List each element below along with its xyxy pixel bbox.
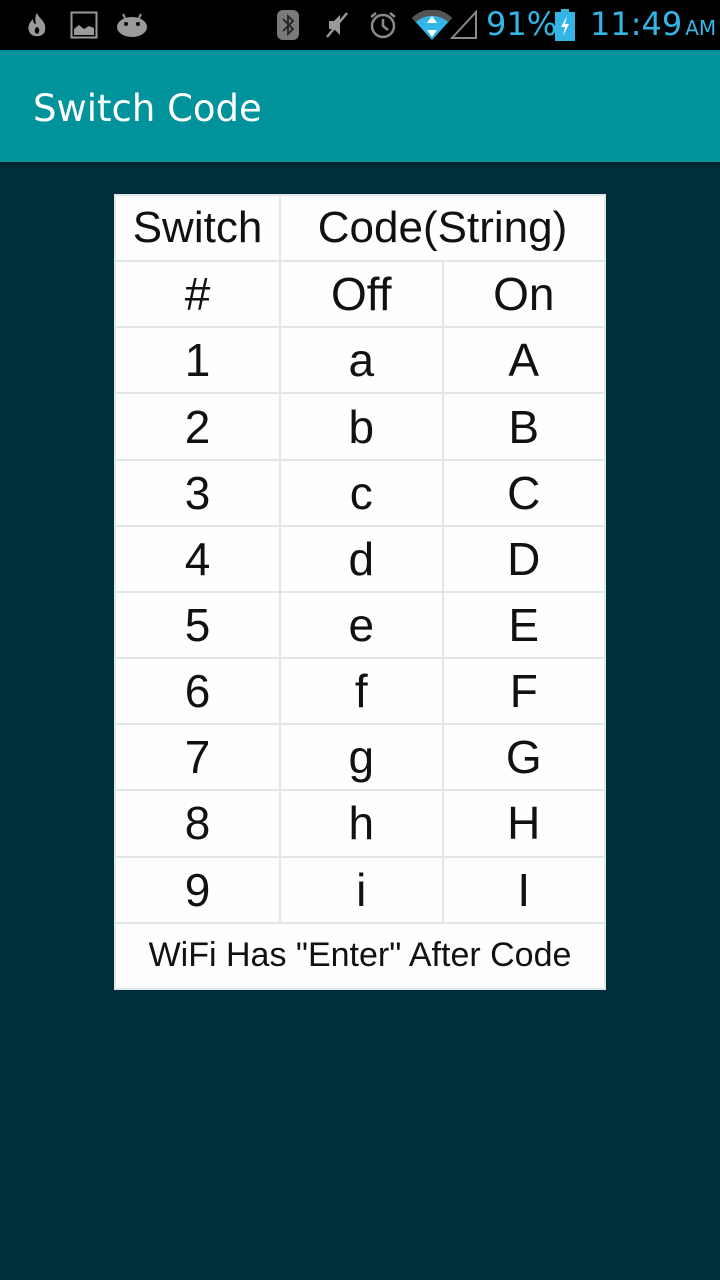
header-off: Off xyxy=(279,260,444,329)
app-title: Switch Code xyxy=(33,87,262,130)
table-row: 7 g G xyxy=(114,723,606,792)
switch-number: 7 xyxy=(114,723,281,792)
switch-number: 9 xyxy=(114,855,281,924)
off-code: c xyxy=(279,458,444,527)
clock: 11:49 AM xyxy=(590,5,716,43)
table-row: 1 a A xyxy=(114,326,606,395)
switch-code-table-image: Switch Code(String) # Off On 1 a A 2 b B… xyxy=(114,193,606,991)
header-row-2: # Off On xyxy=(114,260,606,329)
off-code: i xyxy=(279,855,444,924)
table-row: 2 b B xyxy=(114,392,606,461)
table-row: 9 i I xyxy=(114,855,606,924)
alarm-icon xyxy=(368,10,398,40)
wifi-icon xyxy=(412,10,452,40)
header-row-1: Switch Code(String) xyxy=(114,193,606,263)
clock-time: 11:49 xyxy=(590,5,683,43)
switch-number: 8 xyxy=(114,789,281,858)
android-icon xyxy=(116,10,148,40)
clock-ampm: AM xyxy=(685,16,717,40)
header-on: On xyxy=(441,260,606,329)
on-code: G xyxy=(441,723,606,792)
battery-charging-icon xyxy=(555,9,575,41)
switch-number: 1 xyxy=(114,326,281,395)
footer-row: WiFi Has "Enter" After Code xyxy=(114,921,606,991)
on-code: F xyxy=(441,657,606,726)
table-row: 8 h H xyxy=(114,789,606,858)
flame-icon xyxy=(24,10,50,40)
switch-number: 6 xyxy=(114,657,281,726)
on-code: I xyxy=(441,855,606,924)
off-code: h xyxy=(279,789,444,858)
battery-percentage: 91% xyxy=(486,5,558,43)
off-code: g xyxy=(279,723,444,792)
off-code: f xyxy=(279,657,444,726)
switch-code-table: Switch Code(String) # Off On 1 a A 2 b B… xyxy=(114,193,606,991)
switch-number: 2 xyxy=(114,392,281,461)
mute-icon xyxy=(325,10,349,40)
on-code: A xyxy=(441,326,606,395)
off-code: e xyxy=(279,590,444,660)
app-bar: Switch Code xyxy=(0,50,720,162)
signal-icon xyxy=(450,10,478,40)
on-code: E xyxy=(441,590,606,660)
footer-note: WiFi Has "Enter" After Code xyxy=(114,921,606,991)
table-row: 5 e E xyxy=(114,590,606,660)
on-code: H xyxy=(441,789,606,858)
on-code: C xyxy=(441,458,606,527)
status-bar: 91% 11:49 AM xyxy=(0,0,720,50)
header-switch: Switch xyxy=(114,193,281,263)
header-number: # xyxy=(114,260,281,329)
off-code: d xyxy=(279,524,444,593)
switch-number: 4 xyxy=(114,524,281,593)
bluetooth-icon xyxy=(277,10,299,40)
header-code-string: Code(String) xyxy=(279,193,606,263)
image-icon xyxy=(70,10,98,40)
table-row: 6 f F xyxy=(114,657,606,726)
on-code: D xyxy=(441,524,606,593)
off-code: a xyxy=(279,326,444,395)
table-row: 3 c C xyxy=(114,458,606,527)
table-row: 4 d D xyxy=(114,524,606,593)
switch-number: 3 xyxy=(114,458,281,527)
off-code: b xyxy=(279,392,444,461)
on-code: B xyxy=(441,392,606,461)
switch-number: 5 xyxy=(114,590,281,660)
